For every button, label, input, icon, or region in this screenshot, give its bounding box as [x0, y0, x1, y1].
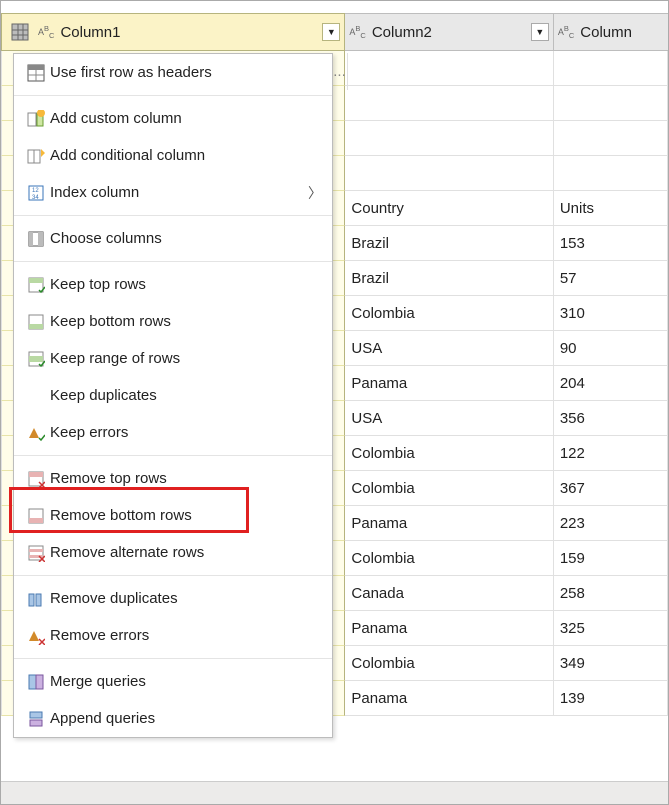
remove-bottom-rows-icon — [22, 507, 50, 525]
conditional-column-icon — [22, 147, 50, 165]
dropdown-icon[interactable]: ▼ — [322, 23, 340, 41]
choose-columns-icon — [22, 230, 50, 248]
submenu-arrow-icon: 〉 — [308, 183, 322, 203]
cell[interactable] — [554, 86, 668, 121]
column-name: Column — [580, 24, 664, 41]
remove-top-rows-icon — [22, 470, 50, 488]
cell[interactable]: Canada — [345, 576, 553, 611]
keep-bottom-rows-icon — [22, 313, 50, 331]
menu-add-custom-column[interactable]: Add custom column — [14, 100, 332, 137]
cell[interactable]: Colombia — [345, 646, 553, 681]
column-overflow: ... — [332, 53, 348, 90]
cell[interactable]: 223 — [554, 506, 668, 541]
cell[interactable]: Brazil — [345, 261, 553, 296]
data-type-icon: ABC — [558, 26, 574, 39]
menu-keep-range-of-rows[interactable]: Keep range of rows — [14, 340, 332, 377]
cell[interactable] — [554, 156, 668, 191]
add-column-icon — [22, 110, 50, 128]
cell[interactable]: Colombia — [345, 296, 553, 331]
cell[interactable]: USA — [345, 401, 553, 436]
column-header-3[interactable]: ABC Column — [554, 13, 668, 51]
data-type-icon: ABC — [38, 26, 54, 39]
cell[interactable]: Colombia — [345, 471, 553, 506]
column-name: Column2 — [372, 24, 527, 41]
svg-text:12: 12 — [32, 188, 39, 194]
menu-remove-duplicates[interactable]: Remove duplicates — [14, 580, 332, 617]
cell[interactable]: 122 — [554, 436, 668, 471]
menu-keep-errors[interactable]: Keep errors — [14, 414, 332, 451]
menu-remove-bottom-rows[interactable]: Remove bottom rows — [14, 497, 332, 534]
remove-errors-icon — [22, 627, 50, 645]
menu-remove-top-rows[interactable]: Remove top rows — [14, 460, 332, 497]
cell[interactable]: 349 — [554, 646, 668, 681]
cell[interactable]: Panama — [345, 681, 553, 716]
cell[interactable]: Country — [345, 191, 553, 226]
cell[interactable]: 325 — [554, 611, 668, 646]
menu-remove-errors[interactable]: Remove errors — [14, 617, 332, 654]
cell[interactable]: Panama — [345, 611, 553, 646]
table-header-icon — [22, 64, 50, 82]
cell[interactable]: 90 — [554, 331, 668, 366]
cell[interactable]: 139 — [554, 681, 668, 716]
keep-errors-icon — [22, 424, 50, 442]
cell[interactable]: 57 — [554, 261, 668, 296]
cell[interactable]: 153 — [554, 226, 668, 261]
cell[interactable] — [345, 156, 553, 191]
cell[interactable]: Colombia — [345, 436, 553, 471]
keep-top-rows-icon — [22, 276, 50, 294]
cell[interactable]: 258 — [554, 576, 668, 611]
menu-choose-columns[interactable]: Choose columns — [14, 220, 332, 257]
dropdown-icon[interactable]: ▼ — [531, 23, 549, 41]
cell[interactable]: Panama — [345, 506, 553, 541]
cell[interactable]: 310 — [554, 296, 668, 331]
data-type-icon: ABC — [349, 26, 365, 39]
column-header-1[interactable]: ABC Column1 ▼ — [1, 13, 345, 51]
cell[interactable]: Colombia — [345, 541, 553, 576]
table-icon — [10, 22, 30, 42]
menu-keep-bottom-rows[interactable]: Keep bottom rows — [14, 303, 332, 340]
menu-remove-alternate-rows[interactable]: Remove alternate rows — [14, 534, 332, 571]
remove-duplicates-icon — [22, 590, 50, 608]
menu-keep-duplicates[interactable]: Keep duplicates — [14, 377, 332, 414]
cell[interactable]: Units — [554, 191, 668, 226]
cell[interactable] — [345, 86, 553, 121]
cell[interactable]: 367 — [554, 471, 668, 506]
menu-merge-queries[interactable]: Merge queries — [14, 663, 332, 700]
svg-text:34: 34 — [32, 195, 39, 201]
footer-strip — [1, 781, 668, 804]
cell[interactable]: USA — [345, 331, 553, 366]
menu-append-queries[interactable]: Append queries — [14, 700, 332, 737]
remove-alternate-rows-icon — [22, 544, 50, 562]
cell[interactable] — [554, 121, 668, 156]
column-header-2[interactable]: ABC Column2 ▼ — [345, 13, 553, 51]
table-context-menu: Use first row as headers Add custom colu… — [13, 53, 333, 738]
column-name: Column1 — [60, 24, 318, 41]
cell[interactable] — [554, 51, 668, 86]
menu-keep-top-rows[interactable]: Keep top rows — [14, 266, 332, 303]
cell[interactable]: 159 — [554, 541, 668, 576]
cell[interactable] — [345, 121, 553, 156]
menu-use-first-row-as-headers[interactable]: Use first row as headers — [14, 54, 332, 91]
index-column-icon: 1234 — [22, 184, 50, 202]
menu-add-conditional-column[interactable]: Add conditional column — [14, 137, 332, 174]
cell[interactable] — [345, 51, 553, 86]
append-queries-icon — [22, 710, 50, 728]
menu-index-column[interactable]: 1234 Index column 〉 — [14, 174, 332, 211]
keep-range-rows-icon — [22, 350, 50, 368]
cell[interactable]: Panama — [345, 366, 553, 401]
merge-queries-icon — [22, 673, 50, 691]
cell[interactable]: 204 — [554, 366, 668, 401]
cell[interactable]: 356 — [554, 401, 668, 436]
cell[interactable]: Brazil — [345, 226, 553, 261]
